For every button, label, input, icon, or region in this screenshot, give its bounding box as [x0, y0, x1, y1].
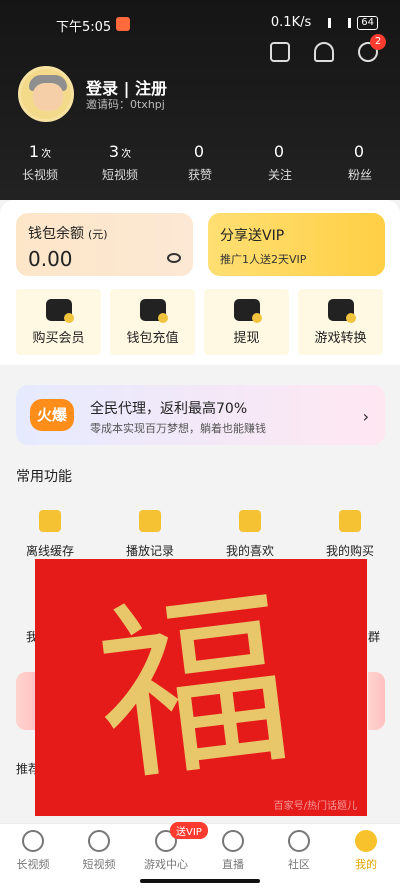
wallet-unit: (元) — [88, 228, 108, 241]
function-label: 我的购买 — [325, 544, 374, 558]
stat-label: 关注 — [267, 168, 292, 182]
stats-row: 1次 长视频 3次 短视频 0 获赞 0 关注 0 粉丝 — [0, 142, 400, 183]
status-right: 0.1K/s 64 — [271, 15, 378, 30]
tab-mine[interactable]: 我的 — [333, 830, 399, 872]
hot-badge: 火爆 — [30, 399, 74, 431]
wallet-card[interactable]: 钱包余额 (元) 0.00 — [16, 213, 193, 276]
signal-icon — [317, 17, 332, 28]
tab-label: 游戏中心 — [144, 858, 188, 871]
play-history-button[interactable]: 播放记录 — [100, 510, 200, 559]
stat-short-video[interactable]: 3次 短视频 — [80, 142, 160, 183]
tab-label: 社区 — [288, 858, 310, 871]
stat-value: 0 — [353, 142, 365, 161]
fu-character: 福 — [85, 567, 302, 810]
signal-icon-2 — [337, 17, 352, 28]
game-convert-button[interactable]: 游戏转换 — [298, 289, 383, 355]
promo-title: 全民代理，返利最高70% — [90, 401, 248, 417]
tab-short-video[interactable]: 短视频 — [66, 830, 132, 872]
crown-icon — [45, 299, 74, 323]
battery-icon: 64 — [357, 15, 378, 30]
wallet-title: 钱包余额 (元) — [28, 223, 108, 243]
function-label: 播放记录 — [125, 544, 174, 558]
function-label: 我的喜欢 — [225, 544, 274, 558]
stat-label: 粉丝 — [347, 168, 372, 182]
action-label: 提现 — [233, 331, 260, 346]
chevron-right-icon: › — [362, 407, 369, 426]
action-label: 游戏转换 — [314, 331, 367, 346]
stat-unit: 次 — [121, 149, 132, 160]
scan-icon[interactable] — [270, 42, 290, 62]
vip-share-title: 分享送VIP — [220, 228, 285, 244]
action-label: 购买会员 — [32, 331, 85, 346]
tab-label: 直播 — [222, 858, 244, 871]
message-count-badge: 2 — [370, 34, 386, 50]
tab-long-video[interactable]: 长视频 — [0, 830, 66, 872]
my-purchases-button[interactable]: 我的购买 — [300, 510, 400, 559]
my-likes-button[interactable]: 我的喜欢 — [200, 510, 300, 559]
partial-label-right: 群 — [368, 630, 381, 644]
stat-value: 3 — [108, 142, 120, 161]
money-bag-icon — [327, 299, 356, 323]
message-icon[interactable]: 2 — [358, 34, 386, 62]
home-icon — [22, 830, 44, 852]
download-icon — [39, 510, 61, 532]
offline-cache-button[interactable]: 离线缓存 — [0, 510, 100, 559]
stat-label: 获赞 — [187, 168, 212, 182]
shopping-bag-icon — [339, 510, 361, 532]
status-bar: 下午5:05 0.1K/s 64 — [0, 12, 400, 36]
avatar-face — [33, 83, 63, 111]
stat-value: 1 — [28, 142, 40, 161]
history-icon — [139, 510, 161, 532]
tab-live[interactable]: 直播 — [200, 830, 266, 872]
wallet-title-text: 钱包余额 — [28, 226, 84, 242]
stat-value: 0 — [273, 142, 285, 161]
vip-share-card[interactable]: 分享送VIP 推广1人送2天VIP — [208, 213, 385, 276]
stat-label: 长视频 — [21, 168, 58, 182]
time: 下午5:05 — [56, 20, 112, 35]
wallet-icon — [139, 299, 168, 323]
tab-label: 长视频 — [16, 858, 50, 871]
network-speed: 0.1K/s — [270, 15, 312, 30]
play-icon — [88, 830, 110, 852]
promo-subtitle: 零成本实现百万梦想，躺着也能赚钱 — [90, 422, 266, 435]
profile-icon — [355, 830, 377, 852]
notification-badge-icon — [116, 17, 130, 31]
banner-right-edge — [368, 672, 385, 730]
home-indicator[interactable] — [140, 879, 260, 883]
wallet-balance: 0.00 — [28, 247, 73, 271]
vip-share-subtitle: 推广1人送2天VIP — [220, 253, 307, 266]
profile-header: 下午5:05 0.1K/s 64 2 登录 | 注册 邀请码：0txhpj 1次… — [0, 0, 400, 200]
stat-following[interactable]: 0 关注 — [240, 142, 320, 183]
stat-long-video[interactable]: 1次 长视频 — [0, 142, 80, 183]
stat-label: 短视频 — [101, 168, 138, 182]
header-icons: 2 — [270, 34, 386, 62]
withdraw-button[interactable]: 提现 — [204, 289, 289, 355]
action-label: 钱包充值 — [126, 331, 179, 346]
fu-image-overlay[interactable]: 福 百家号/热门话题儿 — [35, 559, 367, 816]
agent-promo-banner[interactable]: 火爆 全民代理，返利最高70% 零成本实现百万梦想，躺着也能赚钱 › — [16, 385, 385, 445]
tab-label: 短视频 — [82, 858, 116, 871]
eye-icon[interactable] — [167, 253, 181, 263]
avatar[interactable] — [18, 66, 74, 122]
heart-icon — [239, 510, 261, 532]
function-label: 离线缓存 — [25, 544, 74, 558]
stat-value: 0 — [193, 142, 205, 161]
wallet-recharge-button[interactable]: 钱包充值 — [110, 289, 195, 355]
image-caption: 百家号/热门话题儿 — [273, 801, 357, 812]
chat-bubble-icon — [288, 830, 310, 852]
stat-unit: 次 — [41, 149, 52, 160]
stat-fans[interactable]: 0 粉丝 — [320, 142, 400, 183]
buy-membership-button[interactable]: 购买会员 — [16, 289, 101, 355]
tab-label: 我的 — [355, 858, 377, 871]
withdraw-icon — [233, 299, 262, 323]
tab-community[interactable]: 社区 — [266, 830, 332, 872]
bell-icon[interactable] — [314, 42, 334, 62]
live-icon — [222, 830, 244, 852]
invite-code: 邀请码：0txhpj — [86, 98, 165, 111]
stat-likes[interactable]: 0 获赞 — [160, 142, 240, 183]
section-title: 常用功能 — [16, 469, 72, 485]
